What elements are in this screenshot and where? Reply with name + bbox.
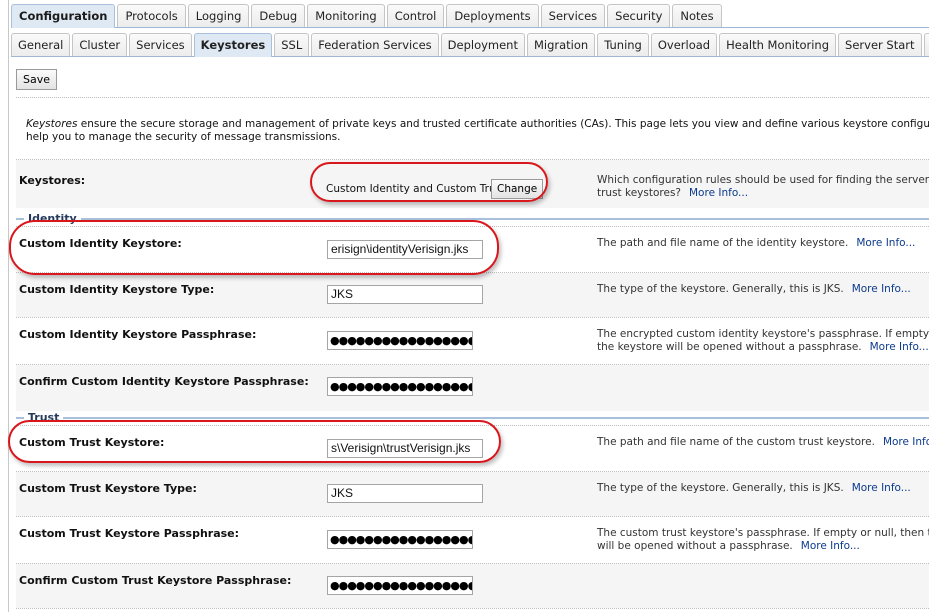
custom-identity-keystore-label: Custom Identity Keystore: [19,237,182,250]
save-button[interactable]: Save [16,69,58,90]
identity-section-title: Identity [24,212,81,226]
confirm-trust-passphrase-row: Confirm Custom Trust Keystore Passphrase… [16,564,929,608]
custom-trust-keystore-type-help: The type of the keystore. Generally, thi… [597,482,911,495]
more-info-link[interactable]: More Info... [689,187,748,199]
confirm-identity-passphrase-input[interactable]: ●●●●●●●●●●●●●●●●●● [327,377,473,396]
more-info-link[interactable]: More Info... [856,237,915,249]
custom-trust-keystore-type-input[interactable]: JKS [327,484,483,503]
page-left-border [8,0,9,612]
primary-tabs: Configuration Protocols Logging Debug Mo… [11,4,929,28]
subtab-ssl[interactable]: SSL [274,33,310,56]
subtab-web-services[interactable]: Web Services [923,33,929,56]
custom-identity-keystore-row: Custom Identity Keystore: erisign\identi… [16,227,929,272]
custom-identity-keystore-type-label: Custom Identity Keystore Type: [19,283,215,296]
secondary-tabs: General Cluster Services Keystores SSL F… [11,33,929,57]
tab-notes[interactable]: Notes [672,4,722,27]
tab-security[interactable]: Security [607,4,671,27]
divider [16,608,929,609]
tab-control[interactable]: Control [386,4,445,27]
help-text-line-2: will be opened without a passphrase. [597,540,793,552]
custom-trust-passphrase-input[interactable]: ●●●●●●●●●●●●●●●●●● [327,530,473,549]
confirm-identity-passphrase-row: Confirm Custom Identity Keystore Passphr… [16,365,929,411]
description-line-1: ensure the secure storage and management… [77,118,929,130]
tab-services[interactable]: Services [540,4,606,27]
custom-trust-passphrase-row: Custom Trust Keystore Passphrase: ●●●●●●… [16,517,929,563]
help-text: The path and file name of the custom tru… [597,436,875,448]
subtab-overload[interactable]: Overload [650,33,718,56]
tab-debug[interactable]: Debug [251,4,306,27]
custom-trust-passphrase-label: Custom Trust Keystore Passphrase: [19,527,240,540]
keystores-help: Which configuration rules should be used… [597,174,929,200]
help-text-line-1: The custom trust keystore's passphrase. … [597,527,929,539]
trust-section-header: Trust [16,411,929,425]
page-description: Keystores ensure the secure storage and … [26,118,929,144]
custom-identity-keystore-type-help: The type of the keystore. Generally, thi… [597,283,911,296]
tab-monitoring[interactable]: Monitoring [307,4,385,27]
subtab-keystores[interactable]: Keystores [193,33,273,57]
subtab-migration[interactable]: Migration [526,33,596,56]
change-button[interactable]: Change [491,179,544,199]
trust-section-title: Trust [24,411,64,425]
confirm-trust-passphrase-label: Confirm Custom Trust Keystore Passphrase… [19,574,292,587]
custom-trust-keystore-type-label: Custom Trust Keystore Type: [19,482,197,495]
description-emphasis: Keystores [26,118,78,130]
custom-identity-passphrase-input[interactable]: ●●●●●●●●●●●●●●●●●● [327,331,473,350]
keystores-help-line-1: Which configuration rules should be used… [597,174,929,186]
custom-identity-passphrase-row: Custom Identity Keystore Passphrase: ●●●… [16,318,929,364]
tab-logging[interactable]: Logging [187,4,250,27]
identity-section-header: Identity [16,212,929,226]
custom-trust-keystore-label: Custom Trust Keystore: [19,436,165,449]
custom-identity-keystore-type-row: Custom Identity Keystore Type: JKS The t… [16,273,929,317]
more-info-link[interactable]: More Info... [870,341,929,353]
keystores-row: Keystores: Custom Identity and Custom Tr… [16,160,929,208]
help-text: The path and file name of the identity k… [597,237,849,249]
more-info-link[interactable]: More Info... [883,436,929,448]
custom-trust-keystore-row: Custom Trust Keystore: s\Verisign\trustV… [16,426,929,471]
help-text-line-2: the keystore will be opened without a pa… [597,341,862,353]
keystores-value: Custom Identity and Custom Trust [326,183,506,195]
custom-trust-keystore-input[interactable]: s\Verisign\trustVerisign.jks [327,439,483,458]
confirm-trust-passphrase-input[interactable]: ●●●●●●●●●●●●●●●●●● [327,576,473,595]
tab-configuration[interactable]: Configuration [11,4,116,28]
custom-trust-passphrase-help: The custom trust keystore's passphrase. … [597,527,929,553]
more-info-link[interactable]: More Info... [852,283,911,295]
custom-identity-passphrase-label: Custom Identity Keystore Passphrase: [19,328,257,341]
subtab-federation-services[interactable]: Federation Services [311,33,439,56]
subtab-deployment[interactable]: Deployment [440,33,525,56]
subtab-cluster[interactable]: Cluster [72,33,128,56]
subtab-health-monitoring[interactable]: Health Monitoring [719,33,837,56]
confirm-identity-passphrase-label: Confirm Custom Identity Keystore Passphr… [19,375,309,388]
keystores-help-line-2: trust keystores? [597,187,681,199]
help-text: The type of the keystore. Generally, thi… [597,482,844,494]
section-rule [16,417,929,419]
subtab-server-start[interactable]: Server Start [838,33,922,56]
keystores-label: Keystores: [19,174,86,187]
subtab-general[interactable]: General [11,33,71,56]
custom-trust-keystore-help: The path and file name of the custom tru… [597,436,929,449]
custom-identity-passphrase-help: The encrypted custom identity keystore's… [597,328,929,354]
custom-identity-keystore-input[interactable]: erisign\identityVerisign.jks [327,240,483,259]
tab-protocols[interactable]: Protocols [117,4,186,27]
section-rule [16,218,929,220]
help-text: The type of the keystore. Generally, thi… [597,283,844,295]
help-text-line-1: The encrypted custom identity keystore's… [597,328,929,340]
more-info-link[interactable]: More Info... [801,540,860,552]
more-info-link[interactable]: More Info... [852,482,911,494]
custom-trust-keystore-type-row: Custom Trust Keystore Type: JKS The type… [16,472,929,516]
custom-identity-keystore-type-input[interactable]: JKS [327,285,483,304]
subtab-tuning[interactable]: Tuning [597,33,649,56]
divider [16,97,929,98]
tab-deployments[interactable]: Deployments [446,4,539,27]
description-line-2: help you to manage the security of messa… [26,131,341,143]
custom-identity-keystore-help: The path and file name of the identity k… [597,237,915,250]
subtab-services[interactable]: Services [129,33,192,56]
